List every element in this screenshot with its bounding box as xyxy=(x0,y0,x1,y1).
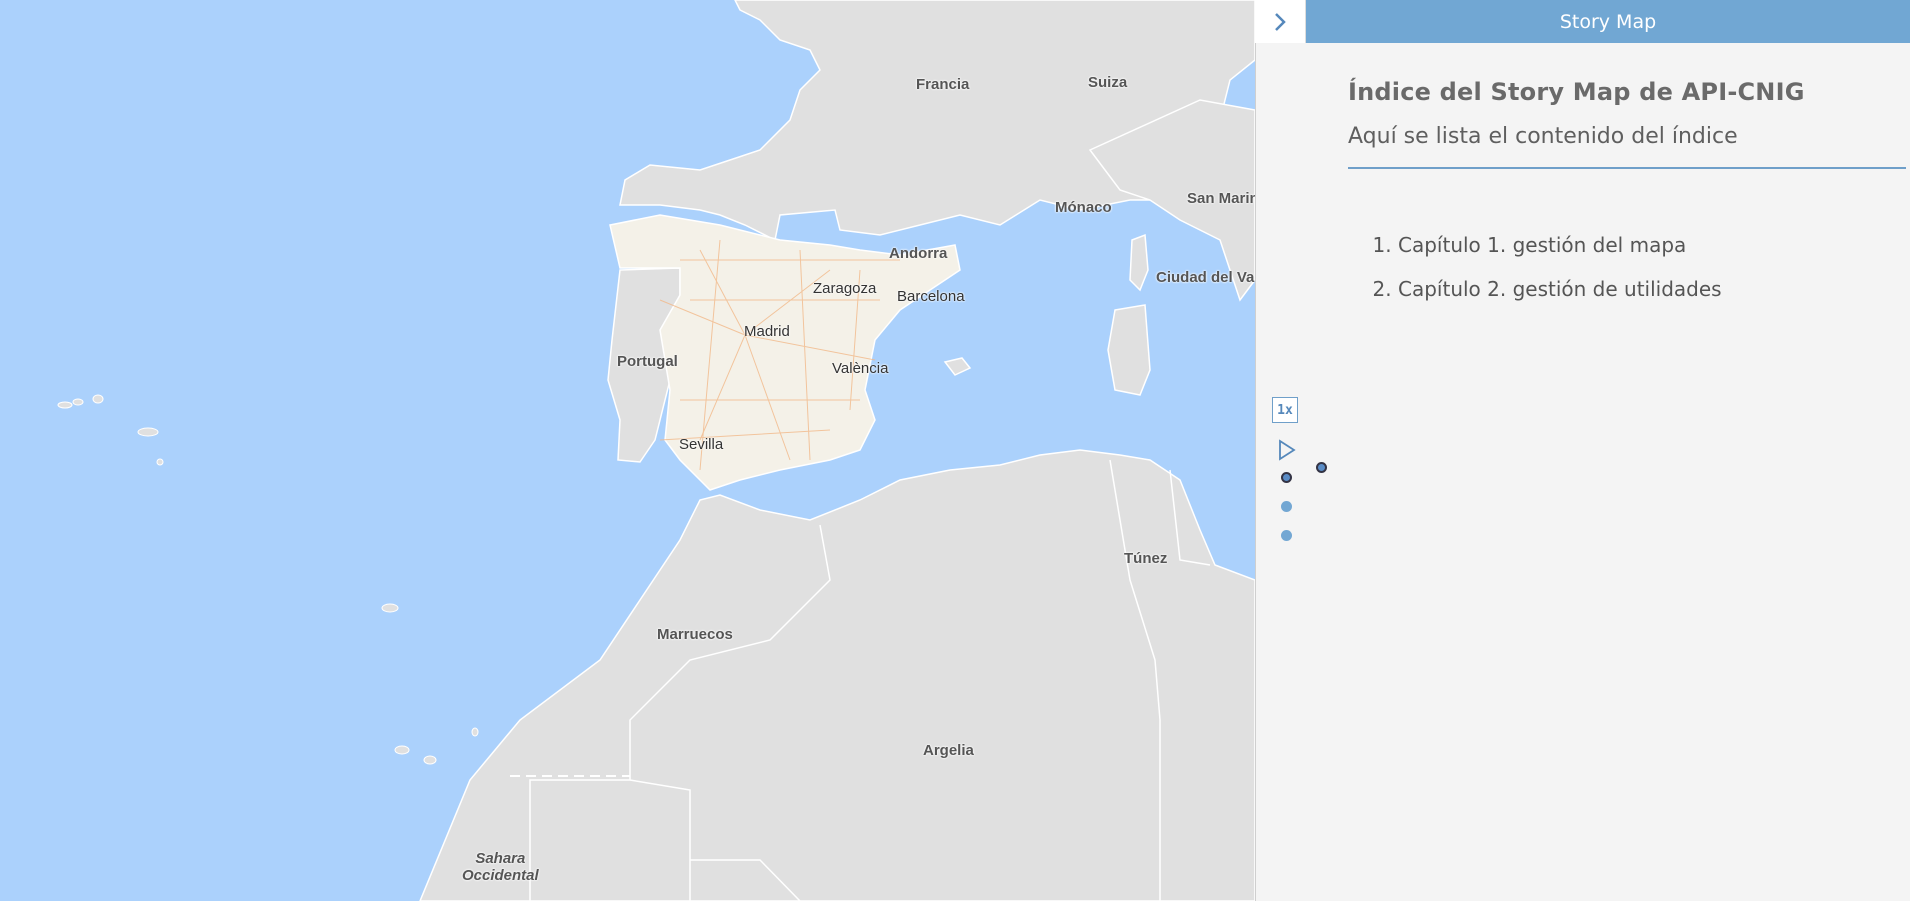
land-sardinia xyxy=(1107,304,1151,396)
label-madrid: Madrid xyxy=(744,323,790,340)
label-tunez: Túnez xyxy=(1124,550,1168,567)
chapter-dot-intro[interactable] xyxy=(1281,472,1292,483)
label-ciudad-vaticano: Ciudad del Va xyxy=(1156,269,1255,286)
label-san-marino: San Marin xyxy=(1187,190,1255,207)
label-sahara-line1: Sahara xyxy=(475,850,526,867)
label-francia: Francia xyxy=(916,76,970,93)
panel-content: Índice del Story Map de API-CNIG Aquí se… xyxy=(1348,70,1908,321)
chapter-item[interactable]: Capítulo 2. gestión de utilidades xyxy=(1398,277,1908,301)
label-zaragoza: Zaragoza xyxy=(813,280,877,297)
speed-button[interactable]: 1x xyxy=(1272,397,1298,423)
label-andorra: Andorra xyxy=(889,245,948,262)
chapter-item[interactable]: Capítulo 1. gestión del mapa xyxy=(1398,233,1908,257)
collapse-panel-button[interactable] xyxy=(1255,0,1306,43)
label-portugal: Portugal xyxy=(617,353,678,370)
label-sahara-line2: Occidental xyxy=(462,867,539,884)
panel-title-bar: Story Map xyxy=(1306,0,1910,43)
label-marruecos: Marruecos xyxy=(657,626,733,643)
label-argelia: Argelia xyxy=(923,742,974,759)
label-valencia: València xyxy=(832,360,889,377)
chapter-dot-cursor[interactable] xyxy=(1316,462,1327,473)
divider xyxy=(1348,167,1906,169)
story-heading: Índice del Story Map de API-CNIG xyxy=(1348,78,1805,106)
chapter-dot-2[interactable] xyxy=(1281,530,1292,541)
story-subheading: Aquí se lista el contenido del índice xyxy=(1348,124,1738,149)
map-view[interactable]: Francia Suiza Mónaco San Marin Andorra C… xyxy=(0,0,1255,901)
label-sevilla: Sevilla xyxy=(679,436,724,453)
label-suiza: Suiza xyxy=(1088,74,1128,91)
label-monaco: Mónaco xyxy=(1055,199,1112,216)
panel-title: Story Map xyxy=(1559,10,1657,33)
chevron-right-icon xyxy=(1275,12,1286,31)
land-balearics xyxy=(943,357,972,376)
land-corsica xyxy=(1129,233,1149,292)
label-sahara-occidental: Sahara Occidental xyxy=(462,850,539,884)
map-canvas[interactable] xyxy=(0,0,1255,901)
chapter-list: Capítulo 1. gestión del mapa Capítulo 2.… xyxy=(1348,233,1908,301)
play-icon[interactable] xyxy=(1277,439,1297,461)
chapter-dot-1[interactable] xyxy=(1281,501,1292,512)
label-barcelona: Barcelona xyxy=(897,288,965,305)
land-north-africa xyxy=(419,449,1255,901)
